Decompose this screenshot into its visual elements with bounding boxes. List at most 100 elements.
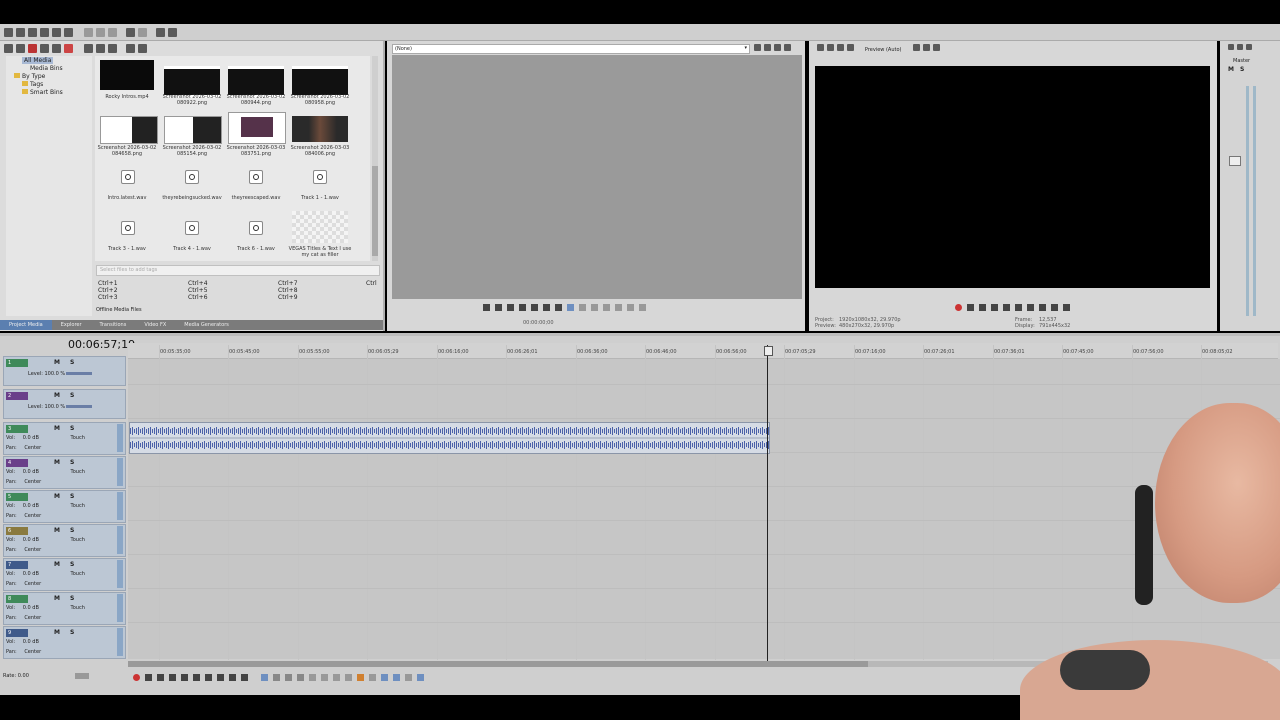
track-pan[interactable]: Pan: Center	[6, 479, 41, 485]
tree-item-tags[interactable]: Tags	[22, 81, 43, 88]
track-pan[interactable]: Pan: Center	[6, 513, 41, 519]
tree-item-media-bins[interactable]: Media Bins	[30, 65, 63, 72]
fx-icon[interactable]	[1237, 44, 1243, 50]
audio-file-icon[interactable]	[185, 221, 199, 235]
master-fader[interactable]	[1229, 156, 1241, 166]
mute-solo-buttons[interactable]: M S	[54, 459, 78, 466]
go-end-icon[interactable]	[217, 674, 224, 681]
zoom-tool-icon[interactable]	[296, 674, 304, 681]
region-icon[interactable]	[368, 674, 376, 681]
selection-tool-icon[interactable]	[284, 674, 292, 681]
trimmer-tool-icon[interactable]	[754, 44, 761, 51]
video-track-header[interactable]: 1 M S Level: 100.0 %	[3, 356, 126, 386]
external-monitor-icon[interactable]	[827, 44, 834, 51]
shortcut[interactable]: Ctrl+3	[98, 294, 118, 301]
trimmer-tool-icon[interactable]	[774, 44, 781, 51]
trimmer-tool-icon[interactable]	[784, 44, 791, 51]
lock-icon[interactable]	[344, 674, 352, 681]
trimmer-option-icon[interactable]	[603, 304, 610, 311]
media-thumb-image[interactable]	[164, 116, 222, 144]
trimmer-view[interactable]	[392, 55, 802, 299]
views-icon[interactable]	[126, 44, 135, 53]
next-frame-icon[interactable]	[543, 304, 550, 311]
automation-mode[interactable]: Touch	[71, 435, 85, 441]
media-thumb-image[interactable]	[100, 116, 158, 144]
play-icon[interactable]	[495, 304, 502, 311]
render-icon[interactable]	[40, 28, 49, 37]
mute-solo-buttons[interactable]: M S	[54, 595, 78, 602]
track-vol[interactable]: Vol: 0.0 dB Touch	[6, 469, 85, 475]
stop-icon[interactable]	[96, 44, 105, 53]
play-icon[interactable]	[991, 304, 998, 311]
record-icon[interactable]	[955, 304, 962, 311]
properties-media-icon[interactable]	[52, 44, 61, 53]
fx-icon[interactable]	[156, 28, 165, 37]
audio-file-icon[interactable]	[121, 221, 135, 235]
prev-frame-icon[interactable]	[1051, 304, 1058, 311]
prev-frame-icon[interactable]	[531, 304, 538, 311]
remove-icon[interactable]	[64, 44, 73, 53]
normal-edit-tool-icon[interactable]	[260, 674, 268, 681]
shortcut[interactable]: Ctrl+7	[278, 280, 298, 287]
rate-slider[interactable]	[75, 673, 89, 679]
next-frame-icon[interactable]	[1063, 304, 1070, 311]
media-thumb-title[interactable]	[292, 211, 348, 243]
go-end-icon[interactable]	[555, 304, 562, 311]
record-icon[interactable]	[133, 674, 140, 681]
split-screen-icon[interactable]	[847, 44, 854, 51]
pause-icon[interactable]	[181, 674, 188, 681]
track-pan[interactable]: Pan: Center	[6, 615, 41, 621]
open-icon[interactable]	[16, 28, 25, 37]
auto-crossfade-icon[interactable]	[392, 674, 400, 681]
trimmer-option-icon[interactable]	[639, 304, 646, 311]
track-vol[interactable]: Vol: 0.0 dB Touch	[6, 605, 85, 611]
track-level[interactable]: Level: 100.0 %	[28, 404, 65, 410]
track-level[interactable]: Level: 100.0 %	[28, 371, 65, 377]
track-pan[interactable]: Pan: Center	[6, 649, 41, 655]
track-pan[interactable]: Pan: Center	[6, 581, 41, 587]
capture-icon[interactable]	[16, 44, 25, 53]
loop-icon[interactable]	[483, 304, 490, 311]
auto-preview-icon[interactable]	[108, 44, 117, 53]
automation-mode[interactable]: Touch	[71, 605, 85, 611]
go-start-icon[interactable]	[1027, 304, 1034, 311]
play-icon[interactable]	[169, 674, 176, 681]
video-track-header[interactable]: 2 M S Level: 100.0 %	[3, 389, 126, 419]
shortcut[interactable]: Ctrl+2	[98, 287, 118, 294]
audio-file-icon[interactable]	[185, 170, 199, 184]
pause-icon[interactable]	[1003, 304, 1010, 311]
snapping-icon[interactable]	[380, 674, 388, 681]
mute-solo-buttons[interactable]: M S	[54, 629, 78, 636]
new-icon[interactable]	[4, 28, 13, 37]
trimmer-option-icon[interactable]	[591, 304, 598, 311]
audio-file-icon[interactable]	[121, 170, 135, 184]
mute-solo-buttons[interactable]: M S	[54, 392, 78, 399]
shortcut[interactable]: Ctrl+4	[188, 280, 208, 287]
playhead-cursor[interactable]	[767, 345, 768, 661]
trim-icon[interactable]	[320, 674, 328, 681]
audio-file-icon[interactable]	[313, 170, 327, 184]
shortcut[interactable]: Ctrl+5	[188, 287, 208, 294]
media-scrollbar[interactable]	[372, 56, 378, 261]
media-thumb-image[interactable]	[292, 116, 348, 142]
go-end-icon[interactable]	[1039, 304, 1046, 311]
shortcut[interactable]: Ctrl+6	[188, 294, 208, 301]
stop-icon[interactable]	[519, 304, 526, 311]
stop-icon[interactable]	[1015, 304, 1022, 311]
next-frame-icon[interactable]	[241, 674, 248, 681]
automation-mode[interactable]: Touch	[71, 469, 85, 475]
ripple-icon[interactable]	[404, 674, 412, 681]
mute-solo-buttons[interactable]: M S	[54, 425, 78, 432]
cut-icon[interactable]	[84, 28, 93, 37]
timecode-display[interactable]: 00:06:57;19	[68, 338, 135, 351]
media-search-input[interactable]: Select files to add tags	[96, 265, 380, 276]
trimmer-option-icon[interactable]	[579, 304, 586, 311]
shortcut[interactable]: Ctrl	[366, 280, 377, 287]
audio-track-header[interactable]: 5 M S Vol: 0.0 dB Touch Pan: Center	[3, 490, 126, 523]
media-thumb-video[interactable]	[100, 60, 154, 90]
mute-solo-buttons[interactable]: M S	[54, 561, 78, 568]
settings-icon[interactable]	[64, 28, 73, 37]
split-icon[interactable]	[332, 674, 340, 681]
copy-snapshot-icon[interactable]	[923, 44, 931, 51]
shortcut[interactable]: Ctrl+9	[278, 294, 298, 301]
